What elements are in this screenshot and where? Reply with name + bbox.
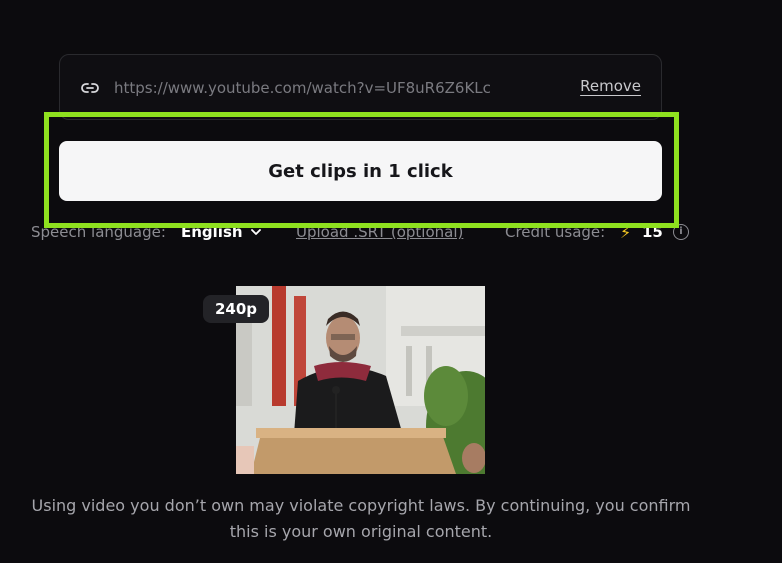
copyright-disclaimer: Using video you don’t own may violate co… bbox=[20, 493, 702, 545]
disclaimer-line-2: this is your own original content. bbox=[229, 522, 493, 541]
disclaimer-line-1: Using video you don’t own may violate co… bbox=[31, 496, 691, 515]
clip-generator-page: Remove Get clips in 1 click Speech langu… bbox=[0, 0, 782, 563]
info-icon[interactable]: i bbox=[673, 224, 689, 240]
credit-usage-label: Credit usage: bbox=[505, 223, 606, 241]
url-input-card: Remove bbox=[59, 54, 662, 120]
options-row: Speech language: English Upload .SRT (op… bbox=[31, 223, 711, 245]
credit-usage-value: 15 bbox=[642, 223, 663, 241]
upload-srt-link[interactable]: Upload .SRT (optional) bbox=[296, 223, 463, 241]
lightning-icon: ⚡ bbox=[620, 223, 632, 242]
video-url-input[interactable] bbox=[114, 75, 544, 101]
link-icon bbox=[81, 83, 99, 93]
video-thumbnail[interactable] bbox=[236, 286, 485, 474]
remove-url-button[interactable]: Remove bbox=[580, 77, 641, 95]
speech-language-label: Speech language: bbox=[31, 223, 166, 241]
thumbnail-image bbox=[236, 286, 485, 474]
get-clips-button[interactable]: Get clips in 1 click bbox=[59, 141, 662, 201]
chevron-down-icon[interactable] bbox=[250, 227, 262, 237]
quality-badge: 240p bbox=[203, 295, 269, 323]
speech-language-select[interactable]: English bbox=[181, 223, 243, 241]
